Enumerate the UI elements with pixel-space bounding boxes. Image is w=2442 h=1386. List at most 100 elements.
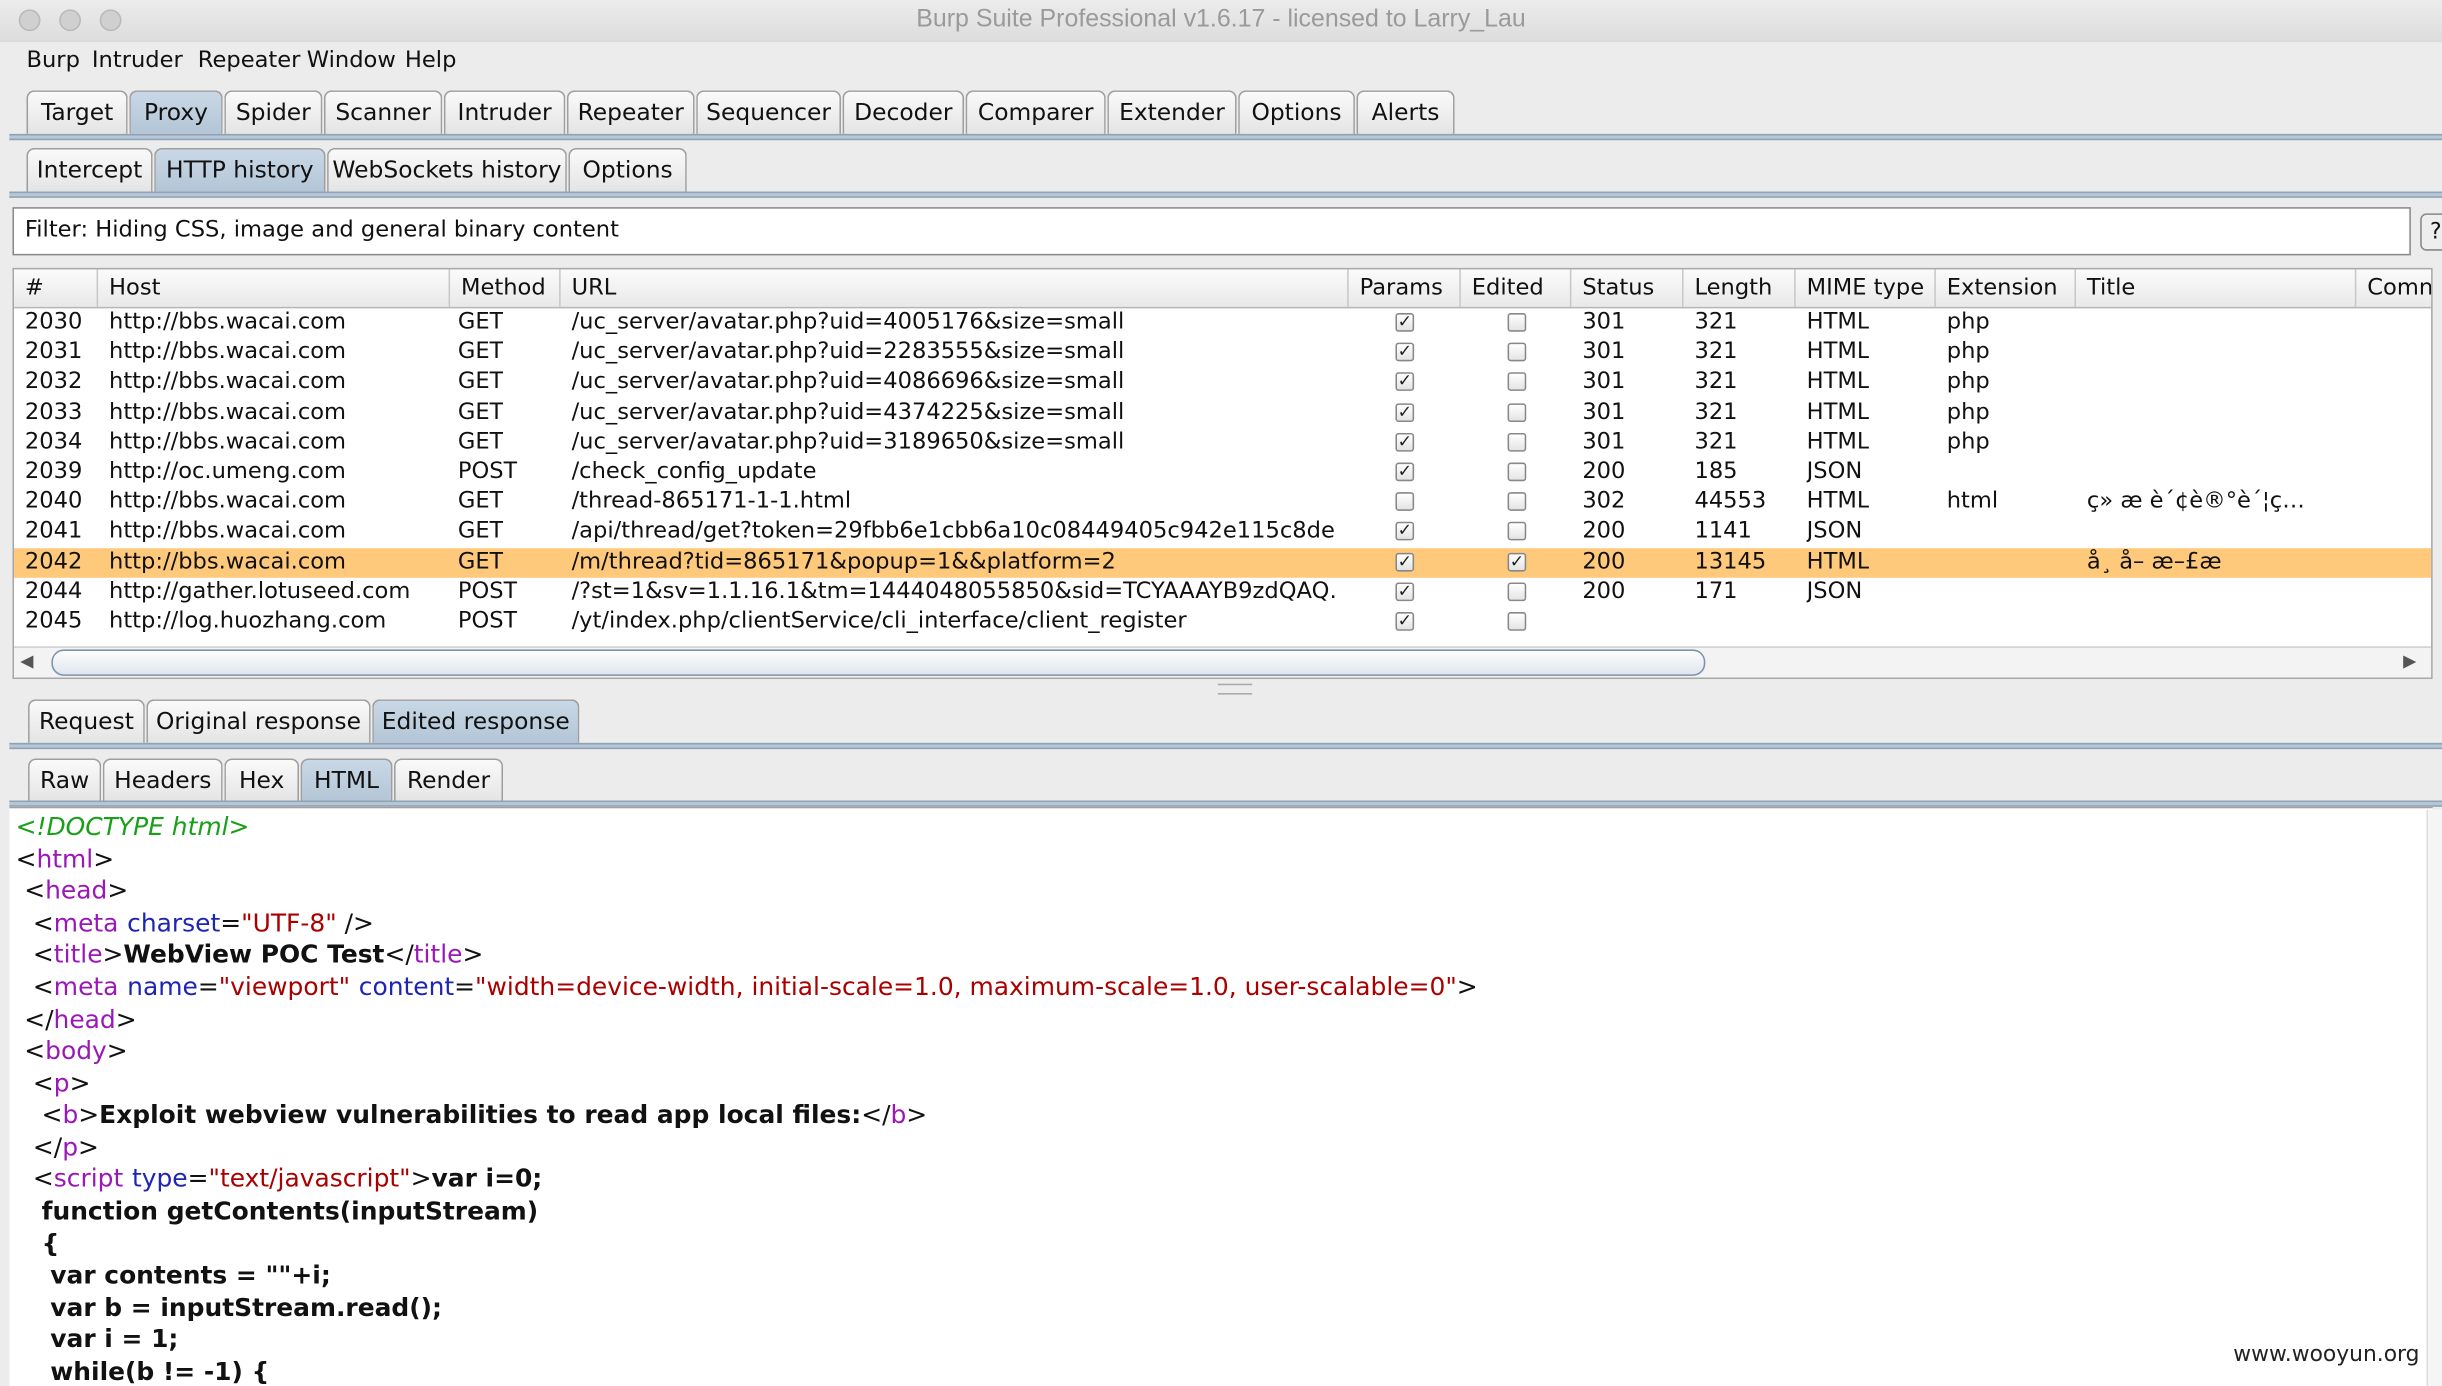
edited-checkbox[interactable]	[1507, 402, 1527, 422]
tab-target[interactable]: Target	[26, 90, 128, 134]
tab-scanner[interactable]: Scanner	[323, 90, 443, 134]
tab-spider[interactable]: Spider	[224, 90, 323, 134]
edited-checkbox[interactable]	[1507, 342, 1527, 362]
tab-raw[interactable]: Raw	[28, 758, 102, 803]
tab-proxy[interactable]: Proxy	[129, 90, 223, 134]
table-row[interactable]: 2031 http://bbs.wacai.com GET/uc_server/av…	[14, 338, 2431, 368]
column-header-mime-type[interactable]: MIME type	[1796, 269, 1936, 307]
code-title-close-tag: title	[413, 939, 463, 969]
cell-mime: HTML	[1806, 399, 1870, 425]
table-row[interactable]: 2042 http://bbs.wacai.com GET/m/thread?tid…	[14, 547, 2432, 578]
window-title: Burp Suite Professional v1.6.17 - licens…	[916, 6, 1526, 33]
column-header-method[interactable]: Method	[450, 269, 561, 307]
menu-burp[interactable]: Burp	[26, 48, 79, 73]
table-row[interactable]: 2033 http://bbs.wacai.com GET/uc_server/av…	[14, 398, 2431, 428]
edited-checkbox[interactable]	[1507, 492, 1527, 512]
scroll-thumb[interactable]	[51, 649, 1706, 676]
params-checkbox[interactable]: ✓	[1395, 433, 1415, 452]
tab-edited-response[interactable]: Edited response	[372, 699, 580, 743]
table-row[interactable]: 2032 http://bbs.wacai.com GET/uc_server/av…	[14, 368, 2431, 398]
tab-intruder[interactable]: Intruder	[443, 90, 566, 134]
scroll-left-icon[interactable]: ◀	[20, 651, 33, 671]
code-js-line: function getContents(inputStream)	[41, 1196, 539, 1226]
cell-url: /yt/index.php/clientService/cli_interfac…	[571, 608, 1187, 634]
column-header-number[interactable]: #	[14, 269, 99, 307]
column-header-host[interactable]: Host	[98, 269, 451, 307]
edited-checkbox[interactable]	[1507, 372, 1527, 392]
params-checkbox[interactable]: ✓	[1395, 463, 1415, 482]
column-header-status[interactable]: Status	[1571, 269, 1684, 307]
tab-hex[interactable]: Hex	[224, 758, 300, 803]
table-row[interactable]: 2044 http://gather.lotuseed.com POST /?st=1…	[14, 577, 2431, 607]
table-row[interactable]: 2034 http://bbs.wacai.com GET/uc_server/av…	[14, 428, 2431, 458]
editor-scrollbar[interactable]	[2426, 809, 2442, 1386]
scroll-right-icon[interactable]: ▶	[2403, 651, 2416, 671]
table-row[interactable]: 2045 http://log.huozhang.com POST/yt/index…	[14, 607, 2431, 637]
cell-url: /uc_server/avatar.php?uid=3189650&size=s…	[571, 429, 1125, 455]
cell-url: /uc_server/avatar.php?uid=4005176&size=s…	[571, 309, 1125, 335]
params-checkbox[interactable]: ✓	[1395, 343, 1415, 362]
tab-sequencer[interactable]: Sequencer	[696, 90, 841, 134]
proxy-tab-divider	[9, 191, 2442, 198]
cell-title: ç» æ è´¢è®°è´¦ç…	[2086, 489, 2305, 515]
column-header-edited[interactable]: Edited	[1461, 269, 1572, 307]
filter-bar[interactable]: Filter: Hiding CSS, image and general bi…	[12, 207, 2411, 256]
table-row[interactable]: 2040 http://bbs.wacai.com GET/thread-86517…	[14, 488, 2431, 518]
http-history-table: # Host Method URL Params Edited Status L…	[12, 267, 2433, 680]
table-row[interactable]: 2030 http://bbs.wacai.com GET/uc_server/av…	[14, 308, 2431, 338]
menu-window[interactable]: Window	[307, 48, 396, 73]
cell-url: /uc_server/avatar.php?uid=4374225&size=s…	[571, 399, 1125, 425]
column-header-comment[interactable]: Comn	[2356, 269, 2431, 306]
cell-method: POST	[457, 608, 518, 634]
response-editor[interactable]: <!DOCTYPE html> <html> <head> <meta char…	[9, 806, 2433, 1386]
edited-checkbox[interactable]	[1507, 612, 1527, 631]
tab-alerts[interactable]: Alerts	[1356, 90, 1455, 134]
column-header-url[interactable]: URL	[561, 269, 1349, 307]
edited-checkbox[interactable]	[1507, 462, 1527, 482]
params-checkbox[interactable]: ✓	[1395, 313, 1415, 332]
tab-repeater[interactable]: Repeater	[566, 90, 695, 134]
tab-http-history[interactable]: HTTP history	[154, 147, 326, 192]
menu-repeater[interactable]: Repeater	[198, 48, 301, 73]
message-tab-divider	[9, 742, 2442, 750]
edited-checkbox[interactable]	[1507, 522, 1527, 542]
code-content-attr: content	[358, 971, 455, 1002]
params-checkbox[interactable]: ✓	[1395, 582, 1415, 601]
cell-host: http://bbs.wacai.com	[109, 399, 347, 425]
edited-checkbox[interactable]	[1507, 582, 1527, 601]
tab-render[interactable]: Render	[394, 758, 504, 803]
params-checkbox[interactable]: ✓	[1395, 373, 1415, 392]
tab-proxy-options[interactable]: Options	[568, 147, 687, 192]
column-header-length[interactable]: Length	[1684, 269, 1796, 307]
tab-html[interactable]: HTML	[300, 758, 393, 803]
table-row[interactable]: 2039 http://oc.umeng.com POST/check_config…	[14, 458, 2431, 488]
cell-length: 171	[1694, 579, 1738, 604]
menu-intruder[interactable]: Intruder	[92, 48, 183, 73]
edited-checkbox[interactable]: ✓	[1507, 552, 1527, 571]
tab-request[interactable]: Request	[28, 699, 145, 743]
params-checkbox[interactable]: ✓	[1395, 612, 1415, 631]
tab-intercept[interactable]: Intercept	[26, 147, 153, 192]
tab-comparer[interactable]: Comparer	[965, 90, 1106, 134]
edited-checkbox[interactable]	[1507, 313, 1527, 332]
params-checkbox[interactable]: ✓	[1395, 522, 1415, 542]
table-horizontal-scrollbar[interactable]: ◀ ▶	[14, 646, 2432, 678]
menu-help[interactable]: Help	[405, 48, 456, 73]
tab-decoder[interactable]: Decoder	[842, 90, 965, 134]
pane-splitter-handle[interactable]	[1217, 683, 1253, 695]
tab-headers[interactable]: Headers	[102, 758, 223, 803]
tab-websockets-history[interactable]: WebSockets history	[327, 147, 567, 192]
params-checkbox[interactable]	[1395, 492, 1415, 512]
filter-help-button[interactable]: ?	[2420, 213, 2442, 251]
column-header-title[interactable]: Title	[2076, 269, 2357, 307]
params-checkbox[interactable]: ✓	[1395, 403, 1415, 422]
tab-extender[interactable]: Extender	[1107, 90, 1237, 134]
column-header-params[interactable]: Params	[1349, 269, 1461, 307]
tab-original-response[interactable]: Original response	[146, 699, 371, 743]
params-checkbox[interactable]: ✓	[1395, 552, 1415, 571]
column-header-extension[interactable]: Extension	[1936, 269, 2077, 307]
tab-options[interactable]: Options	[1238, 90, 1355, 134]
table-row[interactable]: 2041 http://bbs.wacai.com GET/api/thread/g…	[14, 518, 2431, 548]
code-doctype: <!DOCTYPE html>	[15, 811, 250, 841]
edited-checkbox[interactable]	[1507, 432, 1527, 452]
